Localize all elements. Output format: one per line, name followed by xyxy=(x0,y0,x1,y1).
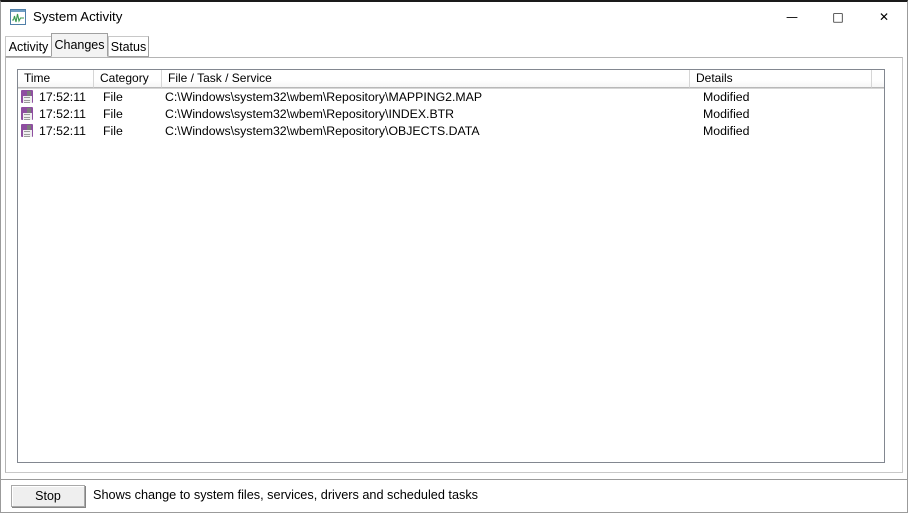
column-header-file-task-service[interactable]: File / Task / Service xyxy=(162,70,690,88)
maximize-button[interactable]: □ xyxy=(815,2,861,31)
window-title: System Activity xyxy=(33,9,123,24)
close-icon: ✕ xyxy=(878,9,890,24)
column-header-category[interactable]: Category xyxy=(94,70,162,88)
tab-status[interactable]: Status xyxy=(108,36,149,57)
cell-category: File xyxy=(103,107,123,121)
changes-list-view[interactable]: Time Category File / Task / Service Deta… xyxy=(17,69,885,463)
cell-details: Modified xyxy=(703,107,750,121)
column-header-time[interactable]: Time xyxy=(18,70,94,88)
floppy-disk-icon xyxy=(21,124,37,139)
list-header-row: Time Category File / Task / Service Deta… xyxy=(18,70,884,89)
cell-file-path: C:\Windows\system32\wbem\Repository\MAPP… xyxy=(165,90,483,104)
cell-details: Modified xyxy=(703,90,750,104)
cell-file-path: C:\Windows\system32\wbem\Repository\OBJE… xyxy=(165,124,480,138)
stop-button[interactable]: Stop xyxy=(11,485,85,507)
activity-graph-icon xyxy=(10,9,26,25)
cell-time: 17:52:11 xyxy=(39,107,86,121)
cell-details: Modified xyxy=(703,124,750,138)
table-row[interactable]: 17:52:11 File C:\Windows\system32\wbem\R… xyxy=(18,89,884,106)
list-rows-container: 17:52:11 File C:\Windows\system32\wbem\R… xyxy=(18,89,884,462)
cell-time: 17:52:11 xyxy=(39,124,86,138)
bottom-bar: Stop Shows change to system files, servi… xyxy=(1,480,907,512)
title-bar: System Activity — □ ✕ xyxy=(1,2,907,31)
tab-changes[interactable]: Changes xyxy=(51,33,108,57)
floppy-disk-icon xyxy=(21,90,37,105)
minimize-icon: — xyxy=(786,9,798,24)
minimize-button[interactable]: — xyxy=(769,2,815,31)
column-header-extra[interactable] xyxy=(872,70,884,88)
tab-activity[interactable]: Activity xyxy=(5,36,52,57)
floppy-disk-icon xyxy=(21,107,37,122)
cell-file-path: C:\Windows\system32\wbem\Repository\INDE… xyxy=(165,107,455,121)
tab-panel-changes: Time Category File / Task / Service Deta… xyxy=(5,57,903,473)
table-row[interactable]: 17:52:11 File C:\Windows\system32\wbem\R… xyxy=(18,106,884,123)
column-header-details[interactable]: Details xyxy=(690,70,872,88)
cell-category: File xyxy=(103,124,123,138)
close-button[interactable]: ✕ xyxy=(861,2,907,31)
tab-strip: Activity Changes Status xyxy=(1,31,907,58)
table-row[interactable]: 17:52:11 File C:\Windows\system32\wbem\R… xyxy=(18,123,884,140)
maximize-icon: □ xyxy=(832,9,844,24)
cell-time: 17:52:11 xyxy=(39,90,86,104)
status-description-text: Shows change to system files, services, … xyxy=(93,488,479,502)
application-window: System Activity — □ ✕ Activity Changes S… xyxy=(0,0,908,513)
cell-category: File xyxy=(103,90,123,104)
